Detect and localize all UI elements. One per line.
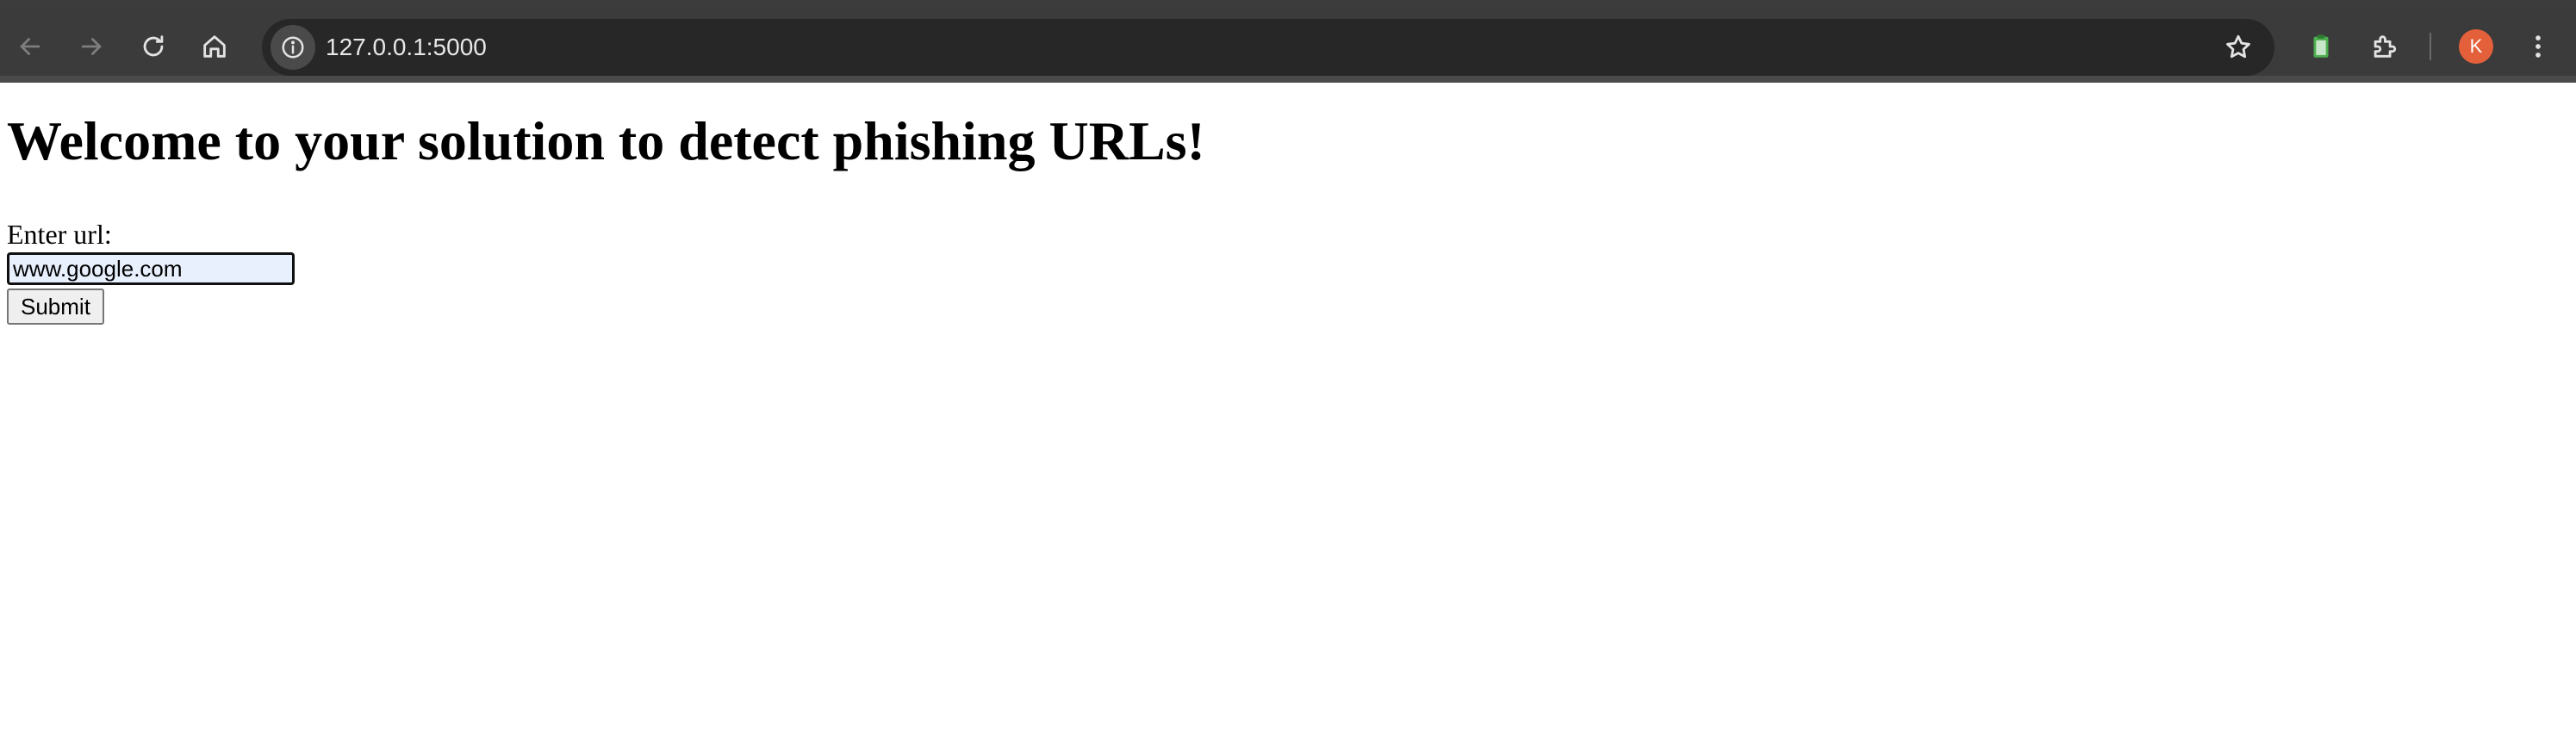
url-input[interactable] [7, 252, 295, 285]
browser-chrome: 127.0.0.1:5000 K [0, 0, 2576, 83]
clipboard-icon [2313, 34, 2329, 58]
reload-button[interactable] [129, 22, 177, 71]
extensions-button[interactable] [2360, 22, 2408, 71]
bookmark-button[interactable] [2219, 28, 2257, 66]
star-icon [2226, 34, 2250, 59]
puzzle-piece-icon [2374, 35, 2397, 58]
forward-arrow-icon [81, 38, 102, 55]
info-icon [282, 36, 304, 59]
home-icon [203, 35, 226, 58]
back-arrow-icon [20, 38, 40, 55]
home-button[interactable] [190, 22, 239, 71]
address-bar[interactable]: 127.0.0.1:5000 [262, 19, 2274, 76]
submit-button[interactable]: Submit [7, 288, 104, 325]
forward-button[interactable] [67, 22, 115, 71]
page-title: Welcome to your solution to detect phish… [7, 110, 1205, 171]
browser-menu-button[interactable] [2514, 22, 2562, 71]
profile-avatar[interactable]: K [2459, 29, 2493, 64]
site-info-button[interactable] [271, 25, 315, 70]
page-content: Welcome to your solution to detect phish… [0, 83, 2576, 732]
url-field-label: Enter url: [7, 219, 112, 250]
toolbar-bottom-border [0, 76, 2576, 83]
reload-icon [143, 35, 164, 57]
browser-toolbar: 127.0.0.1:5000 K [0, 7, 2576, 76]
toolbar-divider [2430, 33, 2431, 60]
kebab-menu-icon [2536, 35, 2541, 58]
url-text[interactable]: 127.0.0.1:5000 [326, 19, 487, 76]
clipboard-extension-button[interactable] [2297, 22, 2345, 71]
back-button[interactable] [6, 22, 54, 71]
